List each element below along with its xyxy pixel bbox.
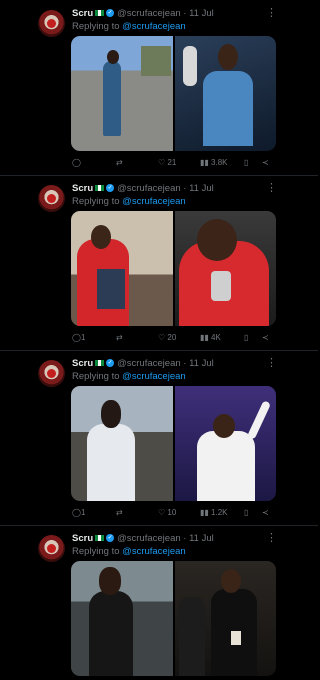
- tweet[interactable]: Scru ✓ @scrufacejean · 11 Jul ⋮ Replying t…: [0, 179, 318, 349]
- display-name[interactable]: Scru: [72, 8, 93, 19]
- view-count: 3.8K: [211, 158, 228, 167]
- media-image-2[interactable]: [174, 386, 276, 501]
- like-count: 21: [167, 158, 177, 167]
- flag-icon: [95, 185, 105, 192]
- username[interactable]: @scrufacejean: [117, 183, 181, 194]
- replying-to-handle[interactable]: @scrufacejean: [122, 196, 186, 207]
- media-image-2[interactable]: [174, 36, 276, 151]
- tweet-actions: ◯ ⇄ ♡ 21 ▮▮ 3.8K ▯ ≺: [72, 158, 276, 170]
- timestamp[interactable]: · 11 Jul: [183, 8, 213, 19]
- flag-icon: [95, 535, 105, 542]
- tweet[interactable]: Scru ✓ @scrufacejean · 11 Jul ⋮ Replying t…: [0, 4, 318, 174]
- more-options-icon[interactable]: ⋮: [266, 6, 277, 19]
- reply-button[interactable]: ◯1: [72, 508, 85, 517]
- repost-button[interactable]: ⇄: [116, 158, 123, 167]
- media-image-2[interactable]: [174, 561, 276, 676]
- avatar[interactable]: [38, 10, 65, 37]
- tweet-actions: ◯1 ⇄ ♡ 10 ▮▮ 1.2K ▯ ≺: [72, 508, 276, 520]
- replying-to: Replying to @scrufacejean: [72, 371, 186, 382]
- share-icon[interactable]: ≺: [262, 508, 269, 517]
- view-count: 1.2K: [211, 508, 228, 517]
- divider: [0, 525, 318, 526]
- display-name[interactable]: Scru: [72, 358, 93, 369]
- bookmark-icon[interactable]: ▯: [244, 333, 248, 342]
- bookmark-icon[interactable]: ▯: [244, 508, 248, 517]
- share-icon[interactable]: ≺: [262, 333, 269, 342]
- timestamp[interactable]: · 11 Jul: [183, 358, 213, 369]
- views-button[interactable]: ▮▮ 1.2K: [200, 508, 228, 517]
- avatar[interactable]: [38, 535, 65, 562]
- like-button[interactable]: ♡ 10: [158, 508, 176, 517]
- avatar[interactable]: [38, 360, 65, 387]
- username[interactable]: @scrufacejean: [117, 533, 181, 544]
- divider: [0, 350, 318, 351]
- repost-button[interactable]: ⇄: [116, 333, 123, 342]
- tweet-header: Scru ✓ @scrufacejean · 11 Jul: [72, 358, 214, 370]
- view-count: 4K: [211, 333, 221, 342]
- replying-to: Replying to @scrufacejean: [72, 21, 186, 32]
- replying-to-handle[interactable]: @scrufacejean: [122, 546, 186, 557]
- more-options-icon[interactable]: ⋮: [266, 356, 277, 369]
- replying-to: Replying to @scrufacejean: [72, 196, 186, 207]
- avatar[interactable]: [38, 185, 65, 212]
- like-button[interactable]: ♡ 21: [158, 158, 176, 167]
- tweet[interactable]: Scru ✓ @scrufacejean · 11 Jul ⋮ Replying t…: [0, 354, 318, 524]
- verified-badge-icon: ✓: [106, 9, 115, 18]
- flag-icon: [95, 360, 105, 367]
- reply-button[interactable]: ◯: [72, 158, 81, 167]
- repost-button[interactable]: ⇄: [116, 508, 123, 517]
- flag-icon: [95, 10, 105, 17]
- verified-badge-icon: ✓: [106, 534, 115, 543]
- divider: [0, 175, 318, 176]
- username[interactable]: @scrufacejean: [117, 8, 181, 19]
- media-image-1[interactable]: [71, 211, 173, 326]
- username[interactable]: @scrufacejean: [117, 358, 181, 369]
- bookmark-icon[interactable]: ▯: [244, 158, 248, 167]
- verified-badge-icon: ✓: [106, 184, 115, 193]
- views-button[interactable]: ▮▮ 4K: [200, 333, 221, 342]
- views-button[interactable]: ▮▮ 3.8K: [200, 158, 228, 167]
- tweet-header: Scru ✓ @scrufacejean · 11 Jul: [72, 8, 214, 20]
- replying-to: Replying to @scrufacejean: [72, 546, 186, 557]
- media-image-1[interactable]: [71, 36, 173, 151]
- timestamp[interactable]: · 11 Jul: [183, 183, 213, 194]
- display-name[interactable]: Scru: [72, 183, 93, 194]
- media-grid[interactable]: [71, 211, 276, 326]
- more-options-icon[interactable]: ⋮: [266, 531, 277, 544]
- media-image-2[interactable]: [174, 211, 276, 326]
- like-button[interactable]: ♡ 20: [158, 333, 176, 342]
- replying-to-handle[interactable]: @scrufacejean: [122, 21, 186, 32]
- display-name[interactable]: Scru: [72, 533, 93, 544]
- media-grid[interactable]: [71, 561, 276, 676]
- like-count: 20: [167, 333, 177, 342]
- share-icon[interactable]: ≺: [262, 158, 269, 167]
- reply-count: 1: [80, 508, 86, 517]
- media-image-1[interactable]: [71, 561, 173, 676]
- tweet-header: Scru ✓ @scrufacejean · 11 Jul: [72, 533, 214, 545]
- media-grid[interactable]: [71, 36, 276, 151]
- media-image-1[interactable]: [71, 386, 173, 501]
- media-grid[interactable]: [71, 386, 276, 501]
- more-options-icon[interactable]: ⋮: [266, 181, 277, 194]
- tweet-header: Scru ✓ @scrufacejean · 11 Jul: [72, 183, 214, 195]
- reply-button[interactable]: ◯1: [72, 333, 85, 342]
- like-count: 10: [167, 508, 177, 517]
- tweet[interactable]: Scru ✓ @scrufacejean · 11 Jul ⋮ Replying t…: [0, 529, 318, 680]
- reply-count: 1: [80, 333, 86, 342]
- verified-badge-icon: ✓: [106, 359, 115, 368]
- replying-to-handle[interactable]: @scrufacejean: [122, 371, 186, 382]
- timestamp[interactable]: · 11 Jul: [183, 533, 213, 544]
- tweet-actions: ◯1 ⇄ ♡ 20 ▮▮ 4K ▯ ≺: [72, 333, 276, 345]
